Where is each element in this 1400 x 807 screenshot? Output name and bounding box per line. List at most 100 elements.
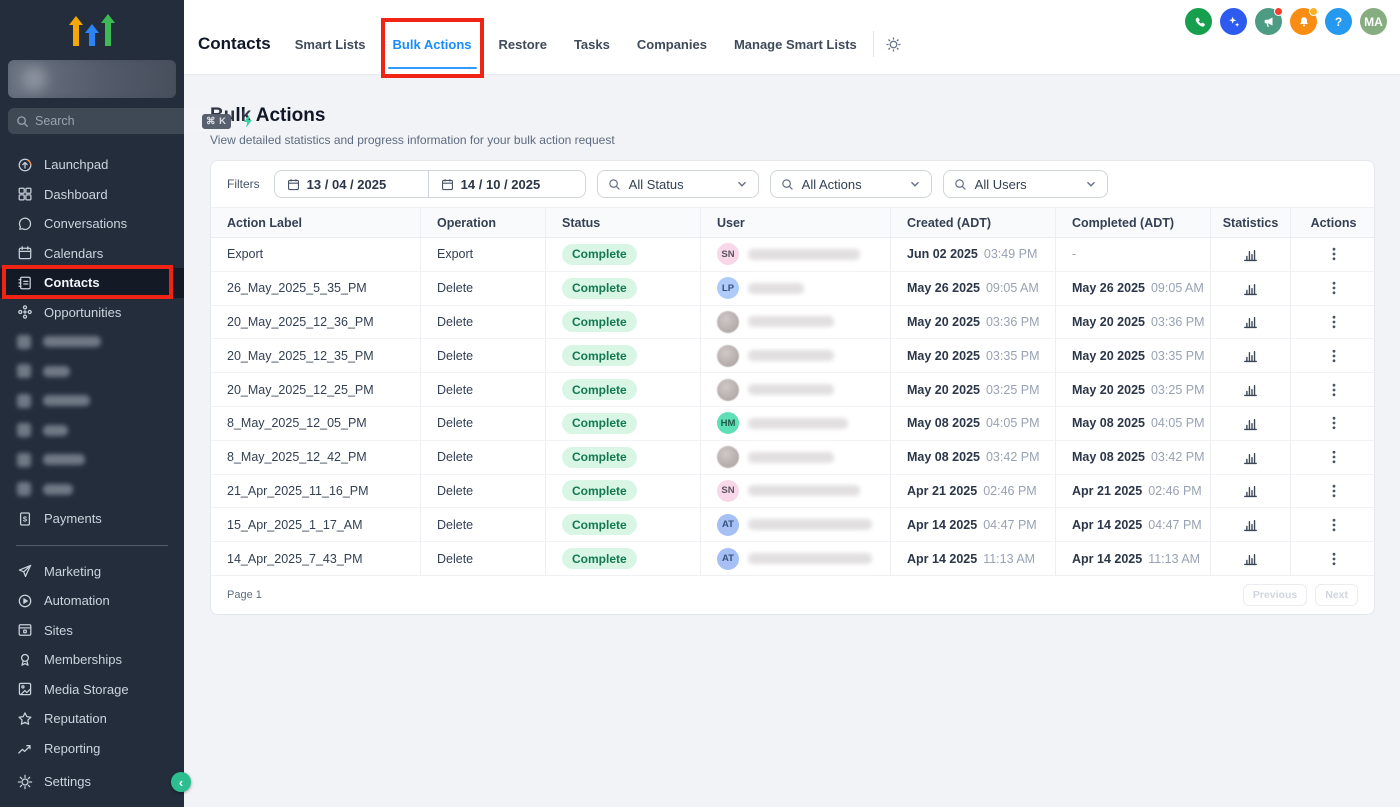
statistics-cell <box>1211 475 1291 508</box>
phone-icon[interactable] <box>1185 8 1212 35</box>
sidebar-item-reputation[interactable]: Reputation <box>0 704 184 734</box>
sidebar-item-opportunities[interactable]: Opportunities <box>0 298 184 328</box>
tab-restore[interactable]: Restore <box>499 14 547 74</box>
sidebar-item-payments[interactable]: $Payments <box>0 504 184 534</box>
tab-bulk-actions[interactable]: Bulk Actions <box>393 14 472 74</box>
completed-date: May 20 2025 <box>1072 383 1145 397</box>
sidebar-item-sites[interactable]: Sites <box>0 616 184 646</box>
statistics-chart-icon[interactable] <box>1238 478 1264 504</box>
automation-icon <box>17 593 33 609</box>
row-actions-kebab-icon[interactable] <box>1321 343 1347 369</box>
column-header-status: Status <box>546 208 701 237</box>
account-switcher[interactable] <box>8 60 176 98</box>
date-to-input[interactable]: 14 / 10 / 2025 <box>429 171 585 197</box>
sidebar-collapse-button[interactable]: ‹ <box>171 772 191 792</box>
status-badge: Complete <box>562 480 637 501</box>
statistics-chart-icon[interactable] <box>1238 512 1264 538</box>
search-input[interactable] <box>35 114 196 128</box>
status-filter-dropdown[interactable]: All Status <box>597 170 759 198</box>
actions-filter-dropdown[interactable]: All Actions <box>770 170 932 198</box>
sidebar-item-dashboard[interactable]: Dashboard <box>0 180 184 210</box>
sidebar-item-redacted[interactable] <box>0 416 184 446</box>
status-badge: Complete <box>562 379 637 400</box>
date-to-value: 14 / 10 / 2025 <box>461 177 541 192</box>
help-icon[interactable]: ? <box>1325 8 1352 35</box>
sidebar-item-label: Contacts <box>44 275 100 290</box>
statistics-chart-icon[interactable] <box>1238 343 1264 369</box>
created-time: 03:36 PM <box>986 315 1040 329</box>
sidebar-item-automation[interactable]: Automation <box>0 586 184 616</box>
tab-tasks[interactable]: Tasks <box>574 14 610 74</box>
sidebar-item-memberships[interactable]: Memberships <box>0 645 184 675</box>
statistics-chart-icon[interactable] <box>1238 546 1264 572</box>
notifications-bell-icon[interactable] <box>1290 8 1317 35</box>
row-actions-kebab-icon[interactable] <box>1321 309 1347 335</box>
statistics-cell <box>1211 339 1291 372</box>
operation-cell: Delete <box>421 542 546 575</box>
completed-time: 03:36 PM <box>1151 315 1205 329</box>
user-avatar[interactable]: MA <box>1360 8 1387 35</box>
launchpad-icon <box>17 157 33 173</box>
users-filter-value: All Users <box>975 177 1077 192</box>
bulk-actions-card: Filters 13 / 04 / 2025 14 / 10 / 2025 Al… <box>210 160 1375 615</box>
row-actions-kebab-icon[interactable] <box>1321 241 1347 267</box>
sidebar-item-calendars[interactable]: Calendars <box>0 239 184 269</box>
column-header-action-label: Action Label <box>211 208 421 237</box>
sidebar-item-redacted[interactable] <box>0 357 184 387</box>
row-actions-kebab-icon[interactable] <box>1321 444 1347 470</box>
sidebar-item-marketing[interactable]: Marketing <box>0 557 184 587</box>
created-date: May 20 2025 <box>907 383 980 397</box>
statistics-chart-icon[interactable] <box>1238 309 1264 335</box>
tab-settings-gear-icon[interactable] <box>880 30 908 58</box>
status-cell: Complete <box>546 441 701 474</box>
row-actions-kebab-icon[interactable] <box>1321 512 1347 538</box>
calendar-icon <box>441 178 454 191</box>
ai-sparkles-icon[interactable] <box>1220 8 1247 35</box>
column-header-label: Created (ADT) <box>907 216 991 230</box>
date-from-input[interactable]: 13 / 04 / 2025 <box>275 171 429 197</box>
user-avatar: AT <box>717 548 739 570</box>
column-header-label: Actions <box>1311 216 1357 230</box>
statistics-chart-icon[interactable] <box>1238 275 1264 301</box>
created-date: May 26 2025 <box>907 281 980 295</box>
row-actions-kebab-icon[interactable] <box>1321 410 1347 436</box>
user-name-redacted <box>748 452 834 463</box>
previous-page-button[interactable]: Previous <box>1243 584 1307 606</box>
user-cell <box>701 373 891 406</box>
operation-cell: Delete <box>421 508 546 541</box>
created-cell: Apr 21 202502:46 PM <box>891 475 1056 508</box>
completed-date: Apr 14 2025 <box>1072 552 1142 566</box>
row-actions-kebab-icon[interactable] <box>1321 377 1347 403</box>
sidebar-item-launchpad[interactable]: Launchpad <box>0 150 184 180</box>
quick-actions-button[interactable] <box>242 108 254 134</box>
column-header-label: Status <box>562 216 600 230</box>
column-header-label: Statistics <box>1223 216 1279 230</box>
sidebar-item-settings[interactable]: Settings <box>0 767 184 797</box>
tab-manage-smart-lists[interactable]: Manage Smart Lists <box>734 14 857 74</box>
completed-date: Apr 21 2025 <box>1072 484 1142 498</box>
completed-date: May 08 2025 <box>1072 416 1145 430</box>
status-cell: Complete <box>546 407 701 440</box>
tab-smart-lists[interactable]: Smart Lists <box>295 14 366 74</box>
sidebar-item-conversations[interactable]: Conversations <box>0 209 184 239</box>
statistics-chart-icon[interactable] <box>1238 444 1264 470</box>
sidebar-item-contacts[interactable]: Contacts <box>0 268 184 298</box>
statistics-chart-icon[interactable] <box>1238 410 1264 436</box>
tab-companies[interactable]: Companies <box>637 14 707 74</box>
contacts-tabs: Smart Lists Bulk Actions Restore Tasks Compa… <box>295 14 857 74</box>
sidebar-item-redacted[interactable] <box>0 327 184 357</box>
announcements-megaphone-icon[interactable] <box>1255 8 1282 35</box>
row-actions-kebab-icon[interactable] <box>1321 275 1347 301</box>
next-page-button[interactable]: Next <box>1315 584 1358 606</box>
statistics-chart-icon[interactable] <box>1238 377 1264 403</box>
sidebar-search[interactable]: ⌘ K <box>8 108 236 134</box>
statistics-chart-icon[interactable] <box>1238 241 1264 267</box>
users-filter-dropdown[interactable]: All Users <box>943 170 1108 198</box>
sidebar-item-redacted[interactable] <box>0 445 184 475</box>
sidebar-item-redacted[interactable] <box>0 386 184 416</box>
row-actions-kebab-icon[interactable] <box>1321 546 1347 572</box>
sidebar-item-reporting[interactable]: Reporting <box>0 734 184 758</box>
row-actions-kebab-icon[interactable] <box>1321 478 1347 504</box>
sidebar-item-redacted[interactable] <box>0 475 184 505</box>
sidebar-item-media-storage[interactable]: Media Storage <box>0 675 184 705</box>
